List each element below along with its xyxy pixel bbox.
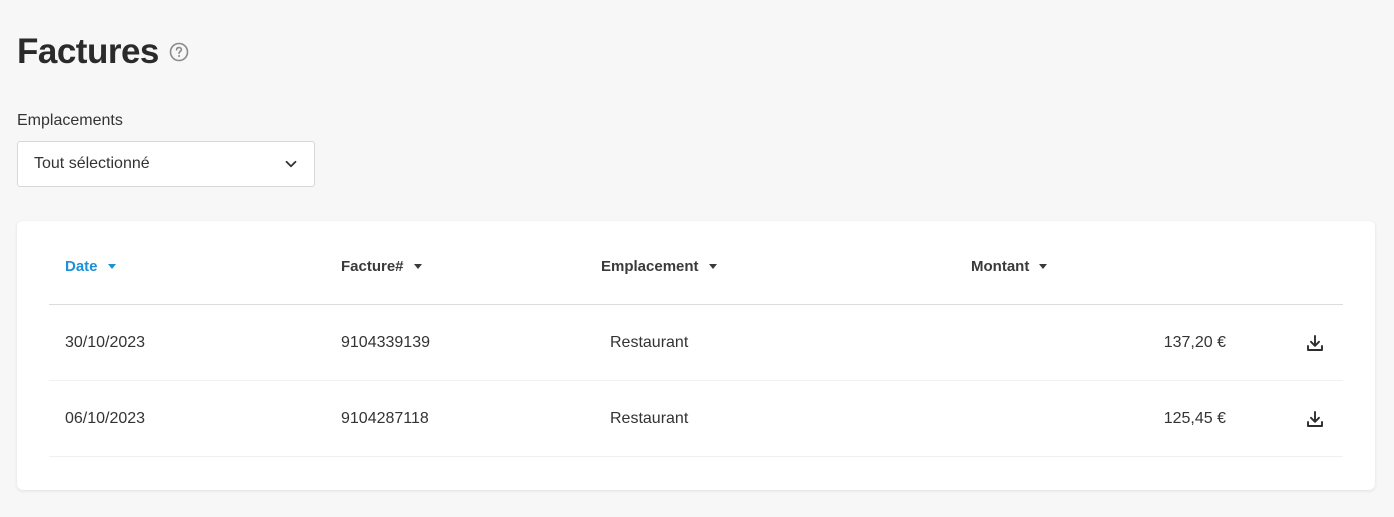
download-icon[interactable] [1303, 305, 1327, 381]
column-header-location[interactable]: Emplacement [601, 255, 717, 277]
page-title: Factures [17, 32, 159, 71]
table-row: 30/10/2023 9104339139 Restaurant 137,20 … [49, 305, 1343, 381]
cell-amount: 137,20 € [1163, 334, 1226, 351]
help-circle-icon[interactable] [169, 42, 189, 62]
cell-location: Restaurant [610, 410, 689, 427]
cell-invoice: 9104287118 [341, 410, 429, 427]
column-header-date[interactable]: Date [65, 255, 116, 277]
cell-date: 30/10/2023 [65, 334, 146, 351]
cell-invoice: 9104339139 [341, 334, 430, 351]
column-header-invoice[interactable]: Facture# [341, 255, 422, 277]
sort-caret-icon [708, 263, 717, 269]
invoices-table-card: Date Facture# Emplacement Montant 30/10/… [17, 221, 1375, 490]
column-header-label: Montant [971, 257, 1030, 275]
column-header-label: Date [65, 257, 98, 275]
cell-location: Restaurant [610, 334, 689, 351]
download-icon[interactable] [1303, 381, 1327, 457]
column-header-label: Facture# [341, 257, 404, 275]
cell-date: 06/10/2023 [65, 410, 146, 427]
title-row: Factures [17, 30, 189, 74]
locations-filter-label: Emplacements [17, 112, 123, 129]
sort-caret-icon [107, 263, 116, 269]
cell-amount: 125,45 € [1163, 410, 1226, 427]
invoices-page: Factures Emplacements Tout sélectionné D… [0, 0, 1394, 517]
locations-select-value: Tout sélectionné [34, 155, 150, 172]
table-row: 06/10/2023 9104287118 Restaurant 125,45 … [49, 381, 1343, 457]
locations-select[interactable]: Tout sélectionné [17, 141, 315, 187]
sort-caret-icon [1039, 263, 1048, 269]
column-header-amount[interactable]: Montant [971, 255, 1048, 277]
column-header-label: Emplacement [601, 257, 699, 275]
chevron-down-icon [284, 157, 298, 171]
row-divider [49, 456, 1343, 457]
sort-caret-icon [413, 263, 422, 269]
